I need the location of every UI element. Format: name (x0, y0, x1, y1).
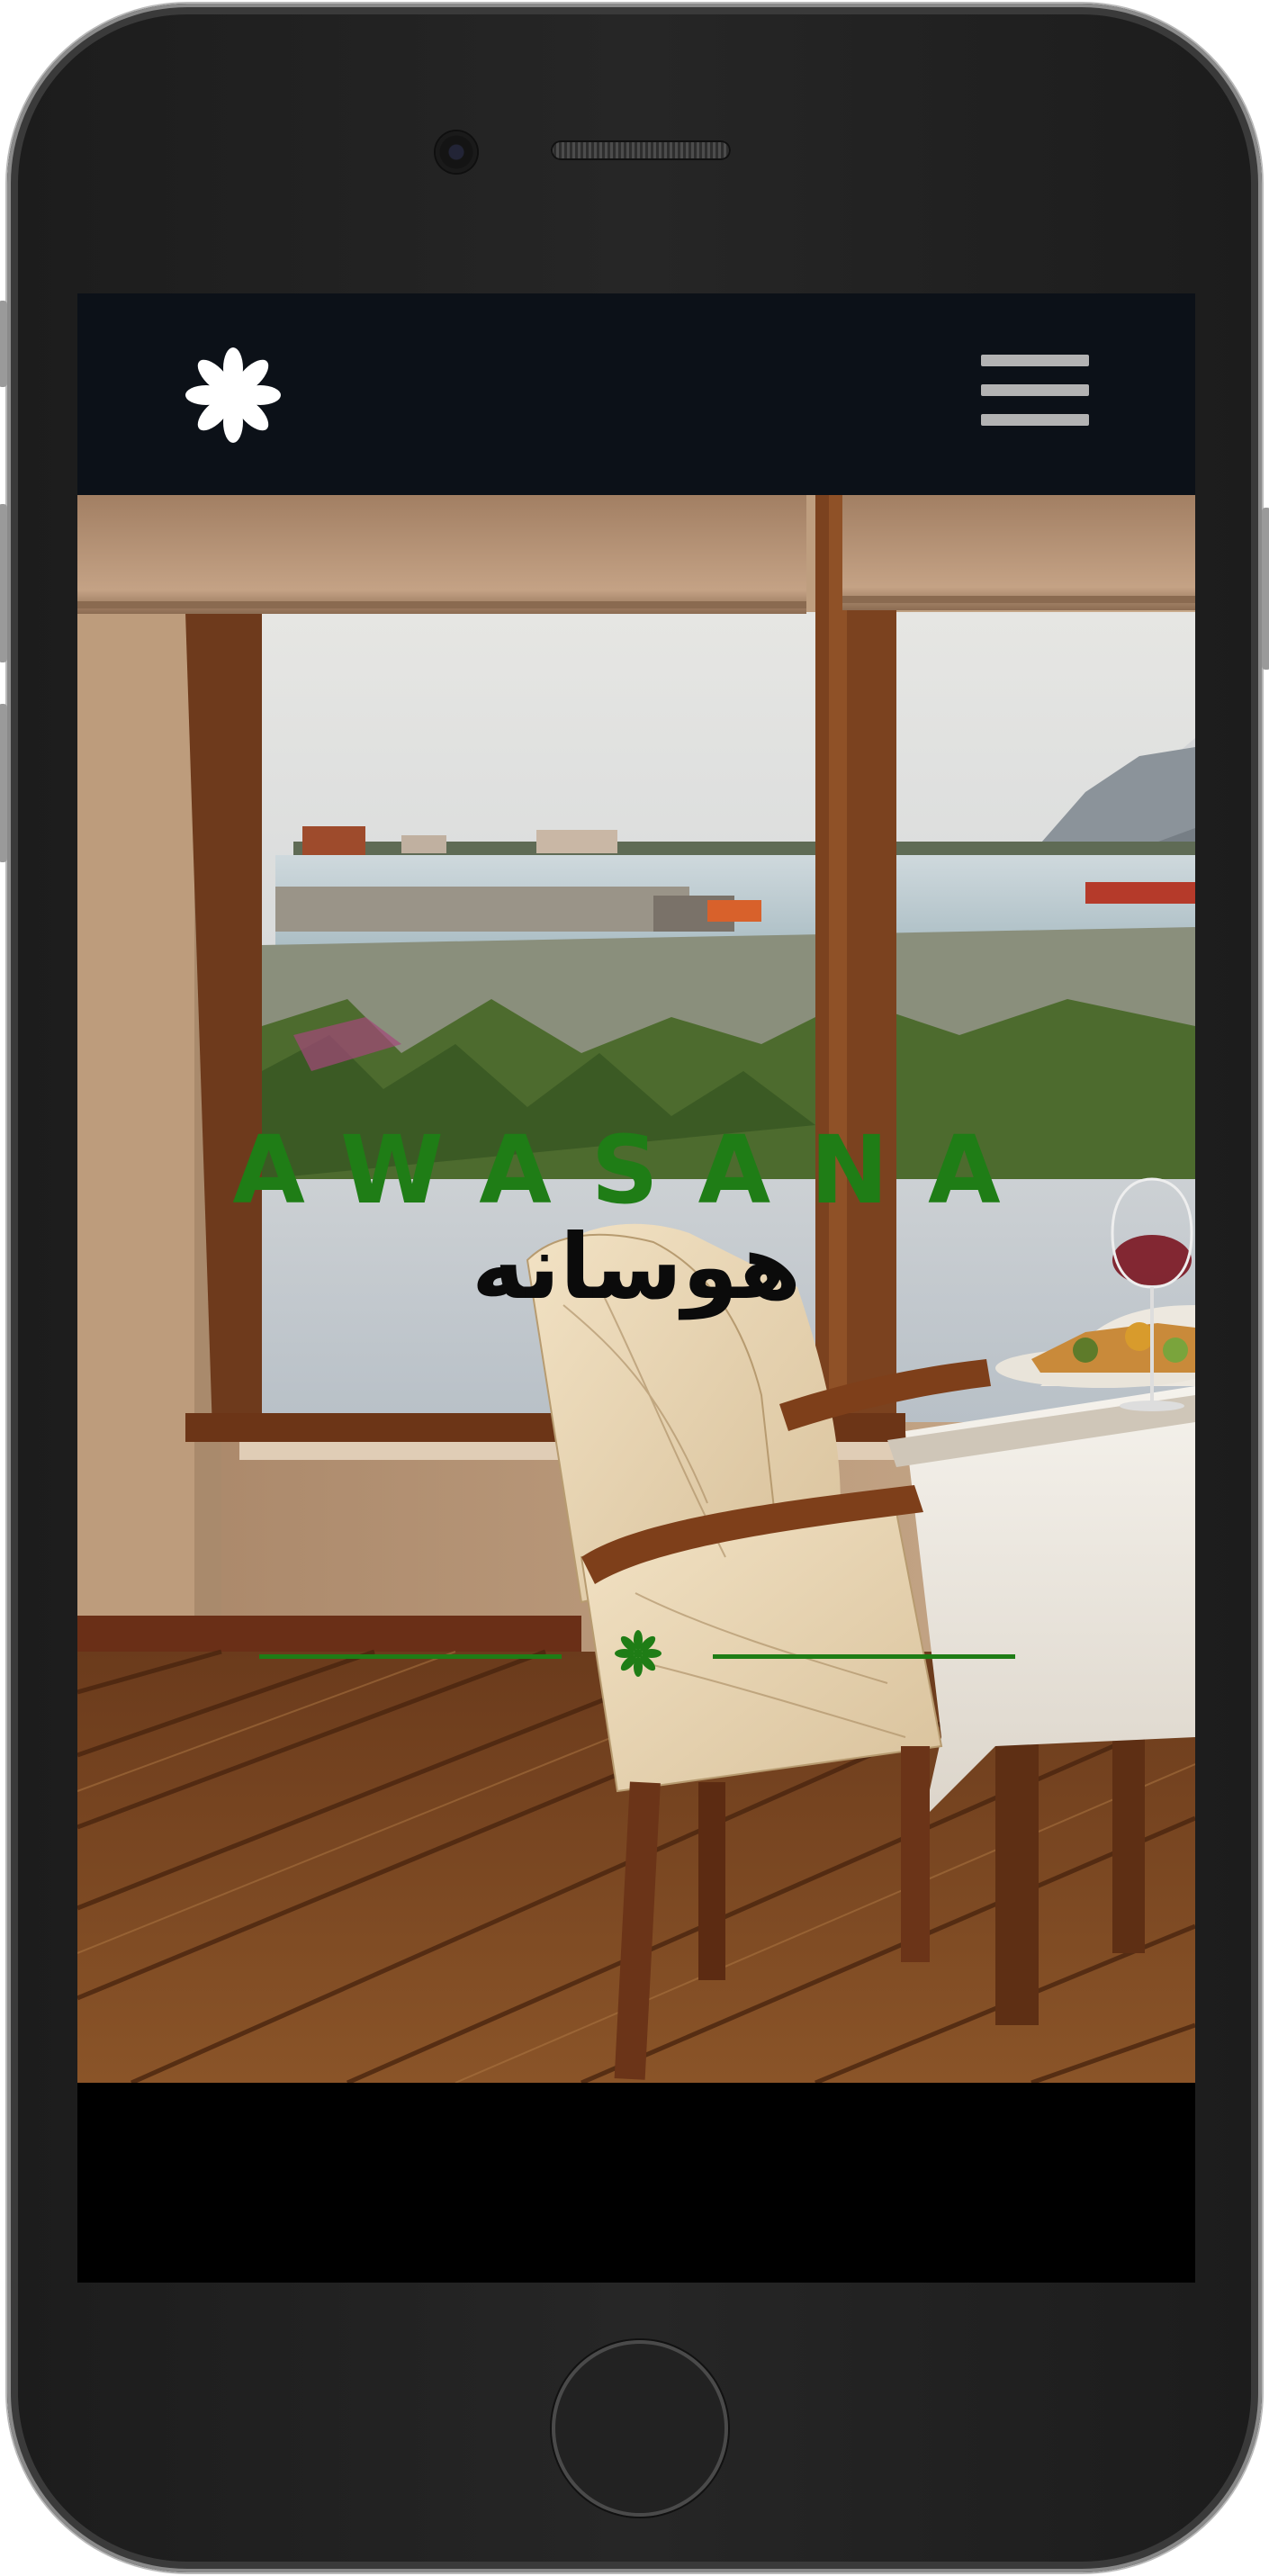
hamburger-menu-icon[interactable] (977, 347, 1093, 434)
volume-down-button (0, 704, 7, 862)
bottom-bar (77, 2083, 1195, 2283)
phone-frame: AWASANA هوسانه (0, 4, 1269, 2572)
home-button[interactable] (552, 2340, 728, 2517)
asterisk-flower-icon[interactable] (185, 347, 281, 443)
screen: AWASANA هوسانه (77, 293, 1195, 2283)
brand-title: AWASANA (232, 1115, 1040, 1225)
mute-switch (0, 301, 7, 387)
asterisk-icon (615, 1630, 662, 1677)
menu-bar (981, 355, 1089, 366)
earpiece-speaker (551, 140, 731, 160)
volume-up-button (0, 504, 7, 662)
front-camera (436, 131, 477, 173)
menu-bar (981, 414, 1089, 426)
navbar (77, 293, 1195, 495)
hero-section: AWASANA هوسانه (77, 495, 1195, 2083)
power-button (1262, 508, 1269, 670)
divider-line-left (259, 1654, 562, 1659)
menu-bar (981, 384, 1089, 396)
brand-subtitle: هوسانه (471, 1214, 802, 1320)
divider-line-right (713, 1654, 1015, 1659)
